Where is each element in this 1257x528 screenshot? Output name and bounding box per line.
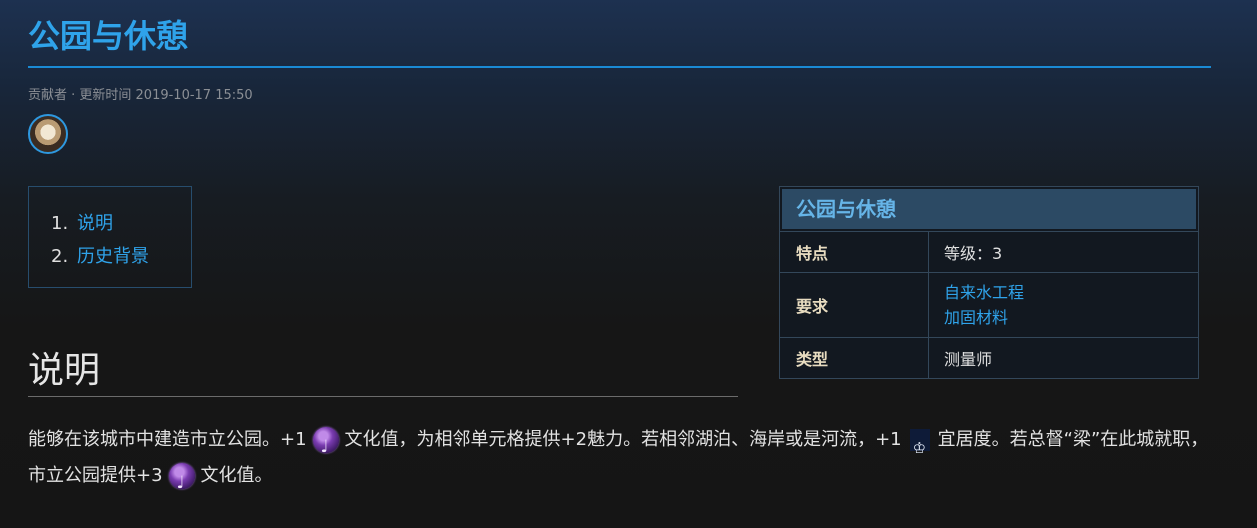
table-of-contents: 1. 说明 2. 历史背景: [28, 186, 192, 288]
requirement-link-reinforced-materials[interactable]: 加固材料: [944, 305, 1024, 330]
infobox-key: 要求: [780, 273, 929, 337]
infobox: 公园与休憩 特点 等级：3 要求 自来水工程 加固材料 类型 测量师: [779, 186, 1199, 379]
infobox-value: 测量师: [944, 350, 993, 369]
description-text: 能够在该城市中建造市立公园。+1: [28, 429, 307, 450]
infobox-row-requirement: 要求 自来水工程 加固材料: [780, 272, 1198, 337]
description-paragraph: 能够在该城市中建造市立公园。+1 文化值，为相邻单元格提供+2魅力。若相邻湖泊、海…: [28, 422, 1218, 501]
section-heading: 说明: [28, 346, 738, 397]
toc-item: 1. 说明: [51, 207, 191, 240]
contributor-avatar[interactable]: [28, 114, 68, 154]
amenity-icon: [909, 429, 930, 466]
infobox-row-type: 类型 测量师: [780, 337, 1198, 378]
culture-icon: [312, 427, 339, 465]
infobox-value: 等级：3: [944, 244, 1003, 263]
infobox-key: 类型: [780, 338, 929, 378]
description-text: 文化值，为相邻单元格提供+2魅力。若相邻湖泊、海岸或是河流，+1: [344, 429, 902, 450]
infobox-key: 特点: [780, 232, 929, 272]
infobox-row-feature: 特点 等级：3: [780, 231, 1198, 272]
infobox-title: 公园与休憩: [782, 189, 1196, 229]
page-meta: 贡献者 · 更新时间 2019-10-17 15:50: [28, 88, 253, 103]
toc-number: 2.: [51, 246, 69, 267]
toc-number: 1.: [51, 213, 69, 234]
toc-link-history[interactable]: 历史背景: [77, 246, 149, 267]
toc-link-description[interactable]: 说明: [77, 213, 113, 234]
toc-item: 2. 历史背景: [51, 240, 191, 273]
description-text: 文化值。: [200, 465, 273, 486]
page-title: 公园与休憩: [28, 14, 1211, 68]
requirement-link-waterworks[interactable]: 自来水工程: [944, 280, 1024, 305]
infobox-value: 自来水工程 加固材料: [929, 273, 1024, 337]
culture-icon: [168, 463, 195, 501]
